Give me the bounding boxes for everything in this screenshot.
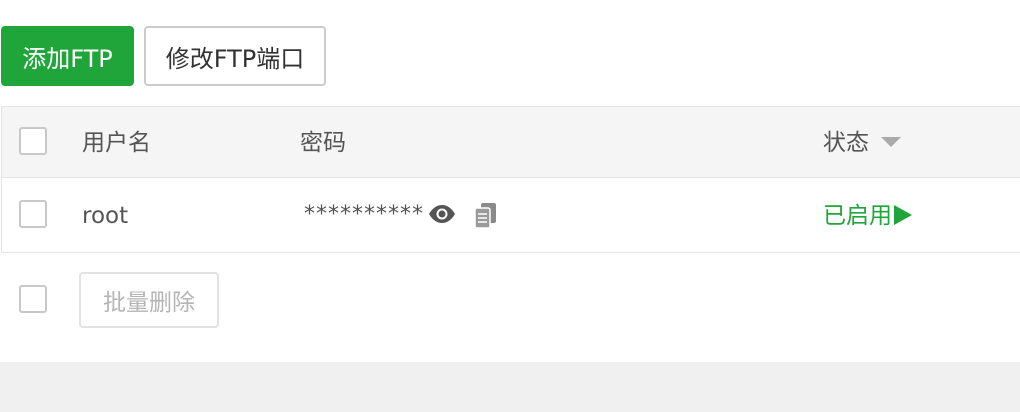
row-status-label: 已启用	[823, 203, 892, 229]
row-username: root	[82, 203, 129, 229]
add-ftp-button[interactable]: 添加FTP	[1, 26, 134, 86]
page-footer-band	[0, 362, 1020, 412]
table-row: root ********** 已启用	[2, 178, 1020, 253]
column-header-username: 用户名	[82, 130, 151, 156]
row-password-masked: **********	[304, 202, 424, 227]
caret-down-icon[interactable]	[881, 136, 901, 147]
column-header-password: 密码	[300, 130, 346, 156]
edit-ftp-port-button[interactable]: 修改FTP端口	[144, 26, 326, 86]
batch-select-checkbox[interactable]	[19, 285, 47, 313]
copy-icon[interactable]	[473, 202, 499, 234]
ftp-manager-page: 添加FTP 修改FTP端口 用户名 密码 状态 root **********	[0, 0, 1020, 412]
column-header-status[interactable]: 状态	[823, 128, 901, 158]
column-header-status-label: 状态	[823, 130, 869, 156]
row-checkbox[interactable]	[19, 200, 47, 228]
ftp-table: 用户名 密码 状态 root ********** 已启用	[1, 106, 1020, 253]
play-icon	[894, 204, 912, 225]
eye-icon[interactable]	[428, 204, 456, 228]
row-status-toggle[interactable]: 已启用	[823, 201, 912, 231]
select-all-checkbox[interactable]	[19, 127, 47, 155]
table-header: 用户名 密码 状态	[2, 107, 1020, 178]
toolbar: 添加FTP 修改FTP端口	[1, 26, 326, 86]
batch-delete-button[interactable]: 批量删除	[79, 272, 219, 328]
